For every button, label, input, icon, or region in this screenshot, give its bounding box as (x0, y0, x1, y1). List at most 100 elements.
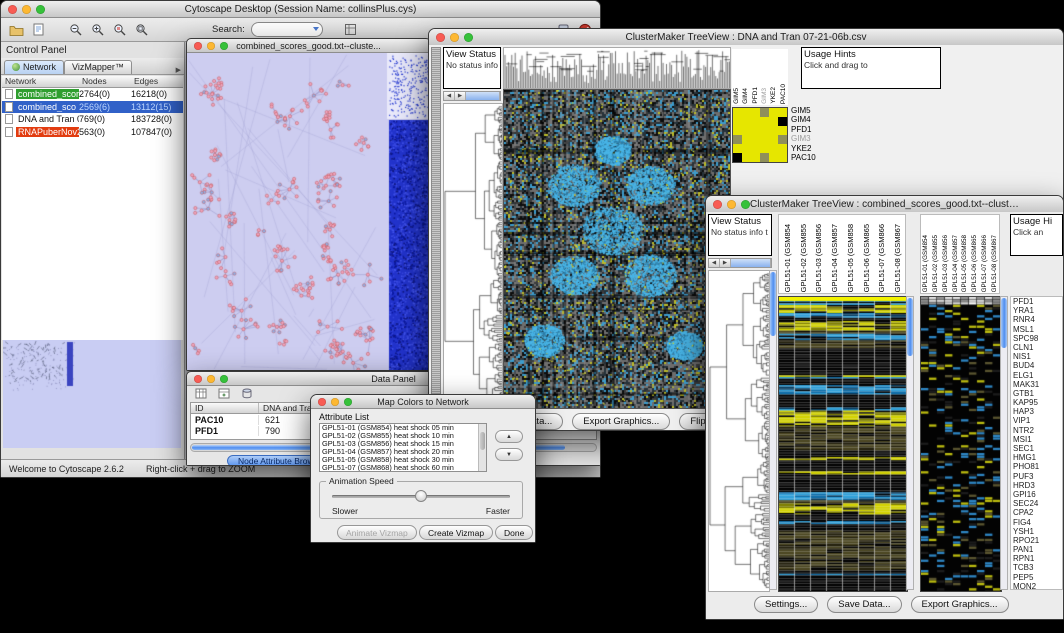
titlebar[interactable]: Cytoscape Desktop (Session Name: collins… (1, 1, 600, 18)
export-graphics-button[interactable]: Export Graphics... (911, 596, 1009, 613)
close-button[interactable] (194, 42, 202, 50)
zoom-fit-icon[interactable] (132, 20, 152, 39)
zoom-button[interactable] (741, 200, 750, 209)
gene-list[interactable]: PFD1YRA1RNR4MSL1SPC98CLN1NIS1BUD4ELG1MAK… (1010, 296, 1063, 590)
network-list-row[interactable]: combined_sco2569(6)13112(15) (2, 101, 183, 114)
gene-label: GPI16 (1011, 490, 1062, 499)
network-list-row[interactable]: combined_scores2764(0)16218(0) (2, 88, 183, 101)
selected-heatmap-canvas[interactable] (920, 296, 1002, 592)
import-icon[interactable] (28, 20, 48, 39)
minimize-button[interactable] (331, 398, 339, 406)
selected-heatmap-vscrollbar[interactable] (1000, 296, 1008, 590)
column-header-network[interactable]: Network (2, 76, 79, 87)
row-dendrogram-canvas[interactable] (708, 270, 770, 592)
done-button[interactable]: Done (495, 525, 533, 540)
window-controls (713, 200, 750, 209)
view-status-panel: View Status No status info f (443, 47, 501, 89)
zoom-button[interactable] (464, 33, 473, 42)
network-view-window: combined_scores_good.txt--cluste... (186, 38, 431, 371)
network-list-row[interactable]: DNA and Tran 07769(0)183728(0) (2, 113, 183, 126)
tab-scroll-right-icon[interactable]: ▶ (176, 66, 181, 74)
export-graphics-button[interactable]: Export Graphics... (572, 413, 670, 430)
open-file-icon[interactable] (6, 20, 26, 39)
move-down-button[interactable]: ▼ (495, 448, 523, 461)
list-scrollbar[interactable] (478, 424, 486, 471)
close-button[interactable] (436, 33, 445, 42)
scroll-left-icon[interactable]: ◀ (709, 259, 720, 267)
heatmap-canvas[interactable] (778, 296, 908, 592)
attribute-item[interactable]: GPL51-02 (GSM855) heat shock 10 min (320, 432, 486, 440)
row-dendrogram-canvas[interactable] (443, 103, 503, 409)
close-button[interactable] (318, 398, 326, 406)
column-header-nodes[interactable]: Nodes (79, 76, 131, 87)
search-input[interactable] (251, 22, 323, 37)
scroll-left-icon[interactable]: ◀ (444, 92, 455, 100)
dendrogram-scrollbar[interactable]: ◀ ▶ (708, 258, 772, 268)
slider-thumb[interactable] (415, 490, 427, 502)
global-tree-strip[interactable] (431, 47, 441, 407)
zoom-in-icon[interactable] (88, 20, 108, 39)
create-vizmap-button[interactable]: Create Vizmap (419, 525, 493, 540)
minimize-button[interactable] (22, 5, 31, 14)
attribute-item[interactable]: GPL51-05 (GSM858) heat shock 30 min (320, 456, 486, 464)
attribute-item[interactable]: GPL51-01 (GSM854) heat shock 05 min (320, 424, 486, 432)
titlebar[interactable]: ClusterMaker TreeView : combined_scores_… (706, 196, 1063, 213)
close-button[interactable] (194, 375, 202, 383)
move-up-button[interactable]: ▲ (495, 430, 523, 443)
scrollbar-thumb[interactable] (1001, 298, 1007, 348)
network-table-header: Network Nodes Edges (2, 76, 183, 88)
select-attributes-icon[interactable] (191, 386, 211, 403)
scrollbar-thumb[interactable] (480, 432, 485, 450)
column-dendrogram-canvas[interactable] (503, 47, 731, 89)
column-header-id[interactable]: ID (191, 403, 259, 413)
minimize-button[interactable] (727, 200, 736, 209)
save-data-button[interactable]: Save Data... (827, 596, 901, 613)
titlebar[interactable]: combined_scores_good.txt--cluste... (187, 39, 430, 53)
attribute-batch-icon[interactable] (237, 386, 257, 403)
scrollbar-thumb[interactable] (770, 272, 776, 336)
scrollbar-track[interactable] (466, 92, 500, 100)
heatmap-canvas[interactable] (503, 89, 731, 409)
close-button[interactable] (713, 200, 722, 209)
control-panel-title: Control Panel (1, 42, 184, 58)
attribute-item[interactable]: GPL51-07 (GSM868) heat shock 60 min (320, 464, 486, 472)
zoom-out-icon[interactable] (66, 20, 86, 39)
titlebar[interactable]: ClusterMaker TreeView : DNA and Tran 07-… (429, 29, 1063, 46)
gene-label: BUD4 (1011, 361, 1062, 370)
minimize-button[interactable] (207, 375, 215, 383)
minimize-button[interactable] (207, 42, 215, 50)
scrollbar-thumb[interactable] (907, 298, 913, 356)
attribute-item[interactable]: GPL51-03 (GSM856) heat shock 15 min (320, 440, 486, 448)
dendrogram-vscrollbar[interactable] (769, 270, 777, 590)
view-status-title: View Status (446, 49, 498, 60)
scroll-right-icon[interactable]: ▶ (720, 259, 731, 267)
attribute-item[interactable]: GPL51-04 (GSM857) heat shock 20 min (320, 448, 486, 456)
zoom-button[interactable] (36, 5, 45, 14)
network-canvas[interactable] (187, 53, 430, 370)
dendrogram-scrollbar[interactable]: ◀ ▶ (443, 91, 501, 101)
settings-button[interactable]: Settings... (754, 596, 818, 613)
zoom-button[interactable] (220, 42, 228, 50)
create-attribute-icon[interactable] (214, 386, 234, 403)
combined-buttons: Settings... Save Data... Export Graphics..… (754, 596, 1009, 613)
zoom-button[interactable] (344, 398, 352, 406)
minimize-button[interactable] (450, 33, 459, 42)
matrix-cell (778, 108, 787, 117)
annotation-icon[interactable] (341, 20, 361, 39)
column-header-edges[interactable]: Edges (131, 76, 183, 87)
close-button[interactable] (8, 5, 17, 14)
tab-network[interactable]: Network (4, 60, 64, 74)
network-overview-canvas[interactable] (3, 340, 181, 448)
network-list-row[interactable]: RNAPuberNov2563(0)107847(0) (2, 126, 183, 139)
matrix-cell (742, 126, 751, 135)
correlation-matrix[interactable] (732, 107, 788, 163)
scroll-right-icon[interactable]: ▶ (455, 92, 466, 100)
gene-label: PAN1 (1011, 545, 1062, 554)
zoom-button[interactable] (220, 375, 228, 383)
zoom-selected-icon[interactable] (110, 20, 130, 39)
heatmap-vscrollbar[interactable] (906, 296, 914, 590)
titlebar[interactable]: Map Colors to Network (311, 395, 535, 409)
animate-vizmap-button[interactable]: Animate Vizmap (337, 525, 417, 540)
tab-vizmapper[interactable]: VizMapper™ (64, 60, 132, 74)
scrollbar-track[interactable] (731, 259, 771, 267)
